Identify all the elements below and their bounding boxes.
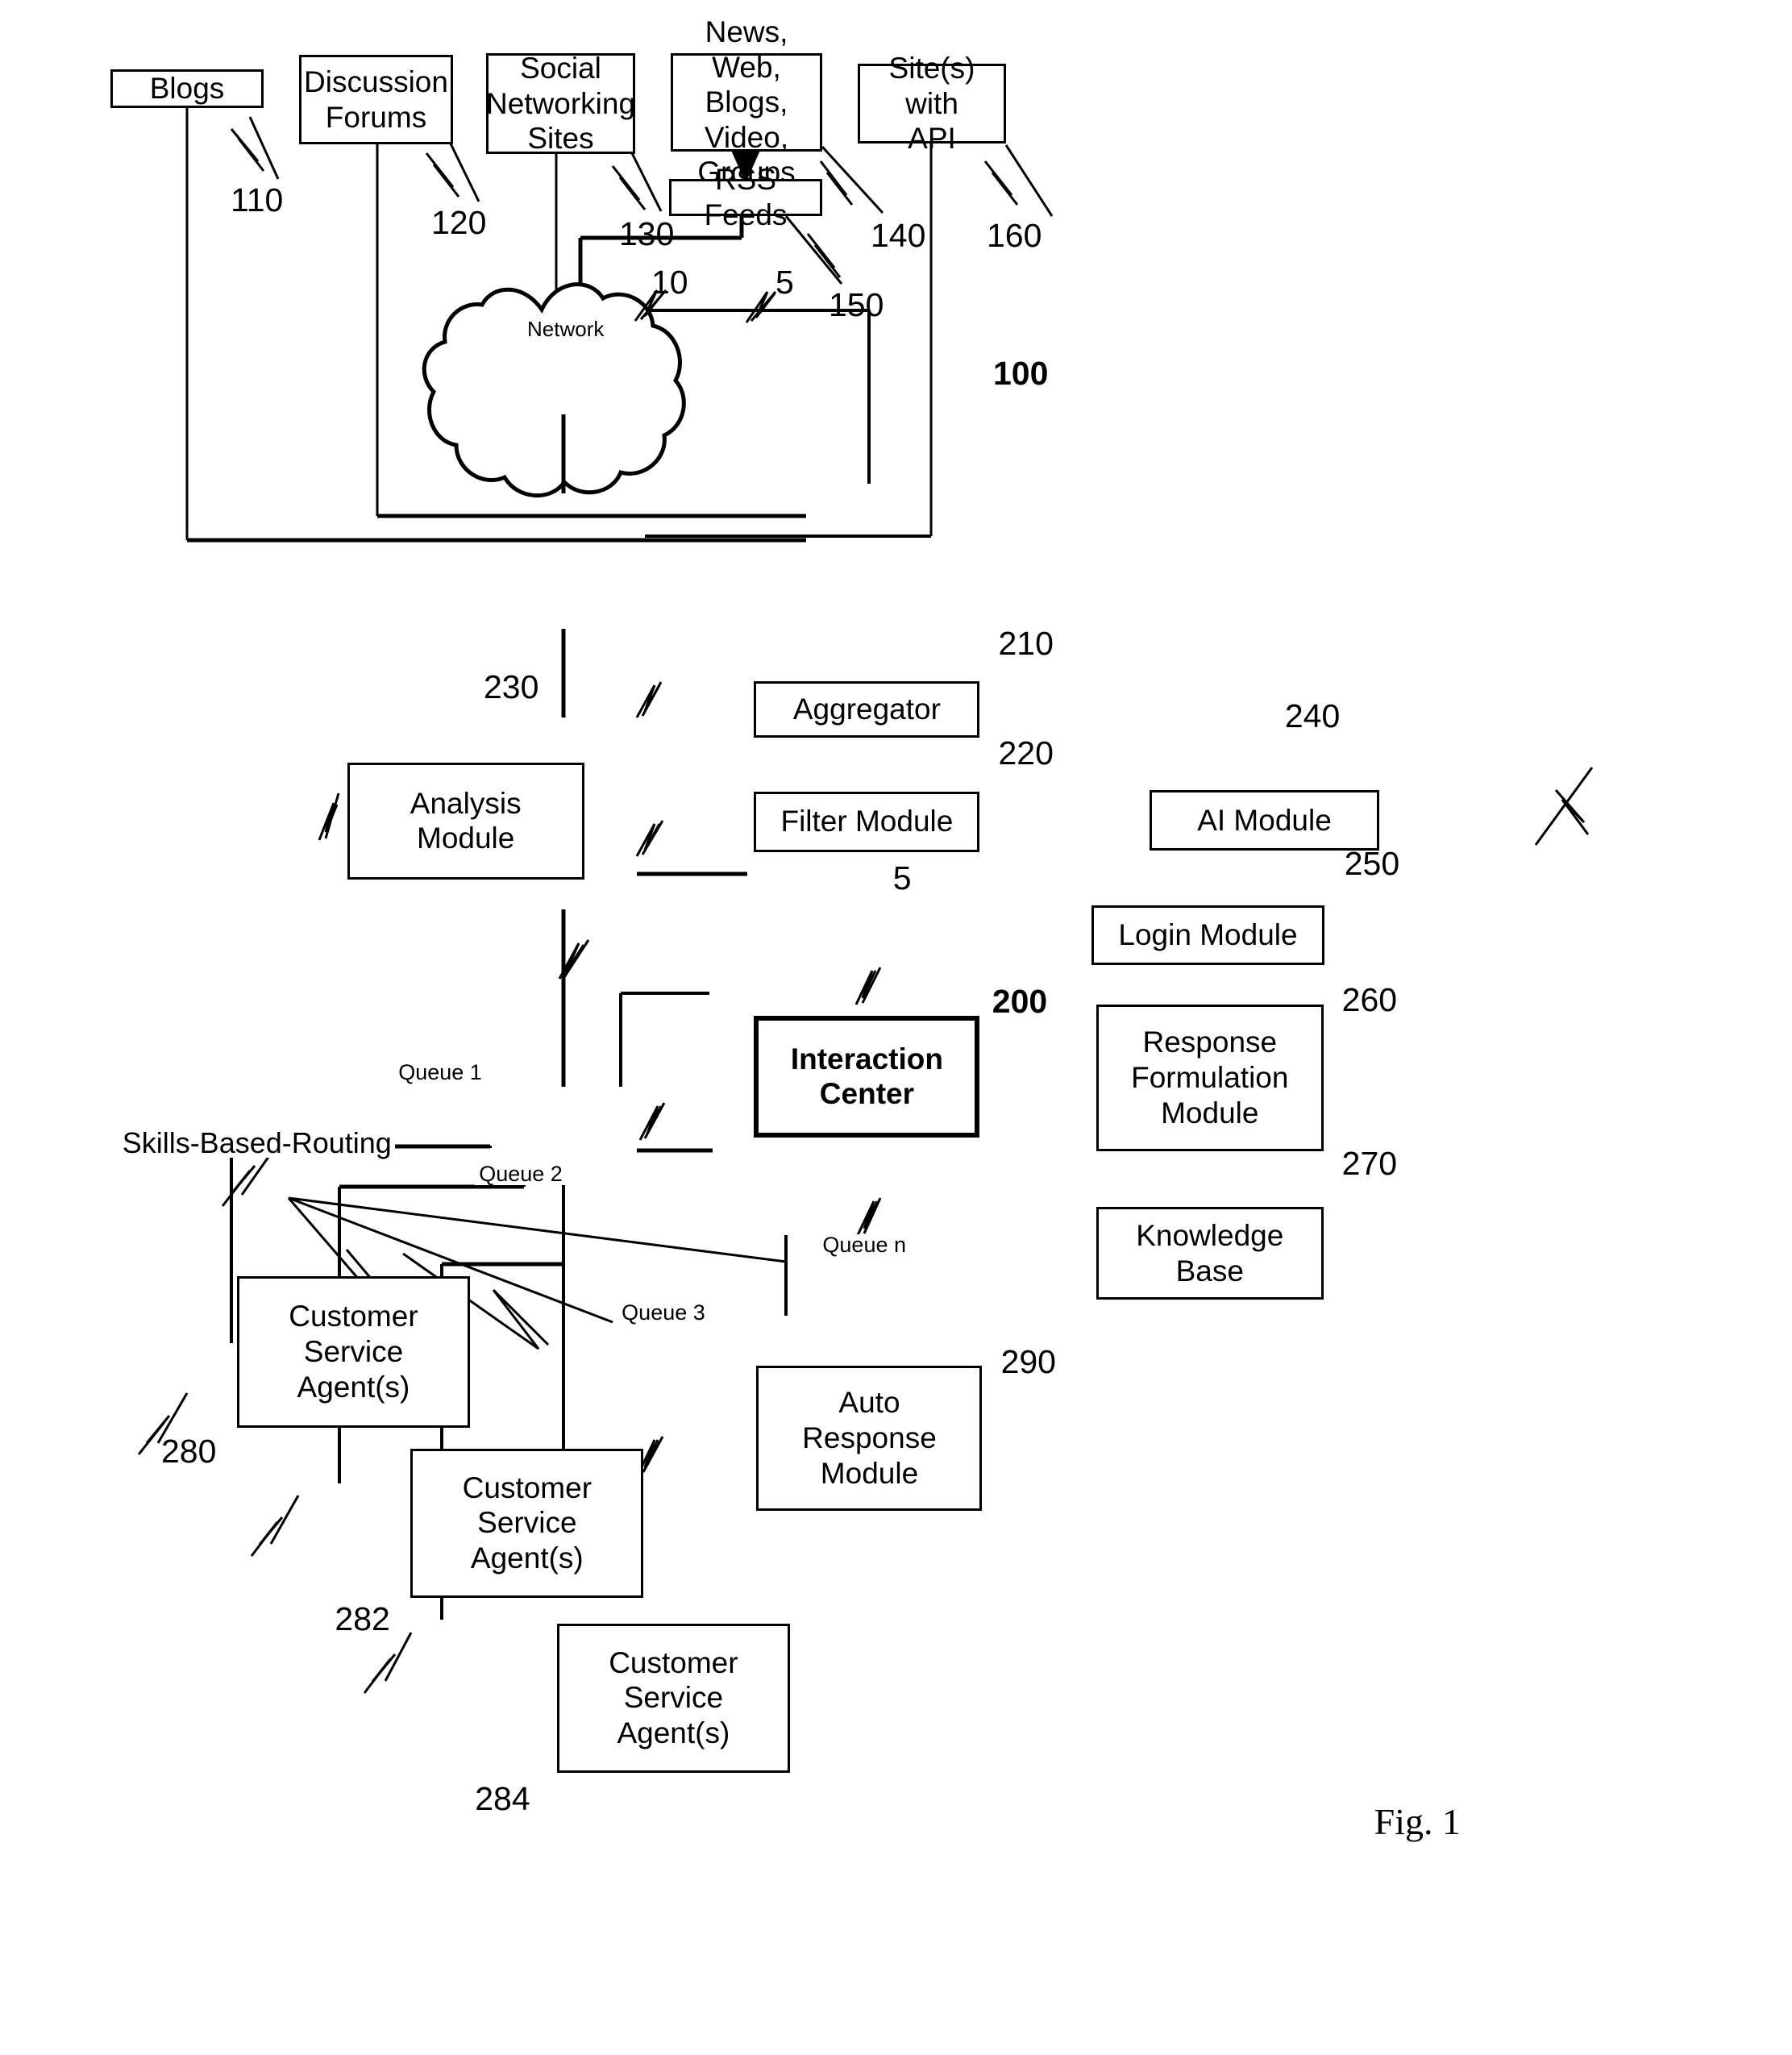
module-ai[interactable]: AI Module xyxy=(1150,790,1379,851)
ref-110: 110 xyxy=(231,181,284,218)
module-analysis[interactable]: Analysis Module xyxy=(347,763,584,880)
ref-160: 160 xyxy=(987,217,1042,254)
skills-based-routing-label: Skills-Based-Routing xyxy=(118,1129,395,1159)
ref-220: 220 xyxy=(998,734,1054,772)
source-box-sites-with-api[interactable]: Site(s) with API xyxy=(858,52,1006,155)
figure-caption: Fig. 1 xyxy=(1374,1800,1461,1842)
ref-200: 200 xyxy=(992,982,1048,1020)
ref-290: 290 xyxy=(1000,1343,1056,1381)
module-interaction-center[interactable]: Interaction Center xyxy=(754,1016,980,1138)
module-knowledge-base[interactable]: Knowledge Base xyxy=(1096,1206,1324,1300)
ref-282: 282 xyxy=(335,1599,390,1637)
module-response-formulation[interactable]: Response Formulation Module xyxy=(1096,1005,1324,1151)
ref-5-filter-to-interaction-center: 5 xyxy=(892,859,912,897)
network-label: Network xyxy=(527,317,605,341)
queue-1-label: Queue 1 xyxy=(394,1061,486,1084)
source-box-news-web-blogs-video-groups[interactable]: News, Web, Blogs, Video, Groups xyxy=(671,15,822,189)
ref-284: 284 xyxy=(475,1779,530,1817)
ref-5-network-link: 5 xyxy=(775,264,794,301)
agent-box-1[interactable]: Customer Service Agent(s) xyxy=(236,1276,471,1428)
ref-140: 140 xyxy=(871,217,926,254)
ref-150: 150 xyxy=(829,286,884,323)
ref-120: 120 xyxy=(431,204,487,241)
source-box-discussion-forums[interactable]: Discussion Forums xyxy=(299,55,453,144)
ref-270: 270 xyxy=(1341,1145,1398,1183)
ref-260: 260 xyxy=(1341,981,1398,1019)
agent-box-3[interactable]: Customer Service Agent(s) xyxy=(556,1623,791,1773)
ref-130: 130 xyxy=(619,215,675,252)
module-aggregator[interactable]: Aggregator xyxy=(754,680,980,738)
queue-n-label: Queue n xyxy=(818,1233,910,1256)
module-filter[interactable]: Filter Module xyxy=(754,791,980,852)
queue-2-label: Queue 2 xyxy=(475,1163,567,1186)
ref-10-network-link: 10 xyxy=(651,264,688,301)
source-box-rss-feeds[interactable]: RSS Feeds xyxy=(669,163,822,231)
module-auto-response[interactable]: Auto Response Module xyxy=(756,1365,983,1511)
source-box-blogs[interactable]: Blogs xyxy=(110,69,264,108)
ref-280: 280 xyxy=(161,1433,217,1471)
ref-240: 240 xyxy=(1284,697,1341,734)
ref-210: 210 xyxy=(998,625,1054,663)
module-login[interactable]: Login Module xyxy=(1091,905,1325,965)
source-box-social-networking-sites[interactable]: Social Networking Sites xyxy=(486,52,635,155)
patent-figure: Blogs 110 Discussion Forums 120 Social N… xyxy=(0,0,1792,2055)
agent-box-2[interactable]: Customer Service Agent(s) xyxy=(410,1448,644,1598)
ref-250: 250 xyxy=(1344,844,1400,882)
queue-3-label: Queue 3 xyxy=(617,1302,709,1325)
ref-230: 230 xyxy=(484,668,539,706)
ref-100-system: 100 xyxy=(993,355,1049,392)
